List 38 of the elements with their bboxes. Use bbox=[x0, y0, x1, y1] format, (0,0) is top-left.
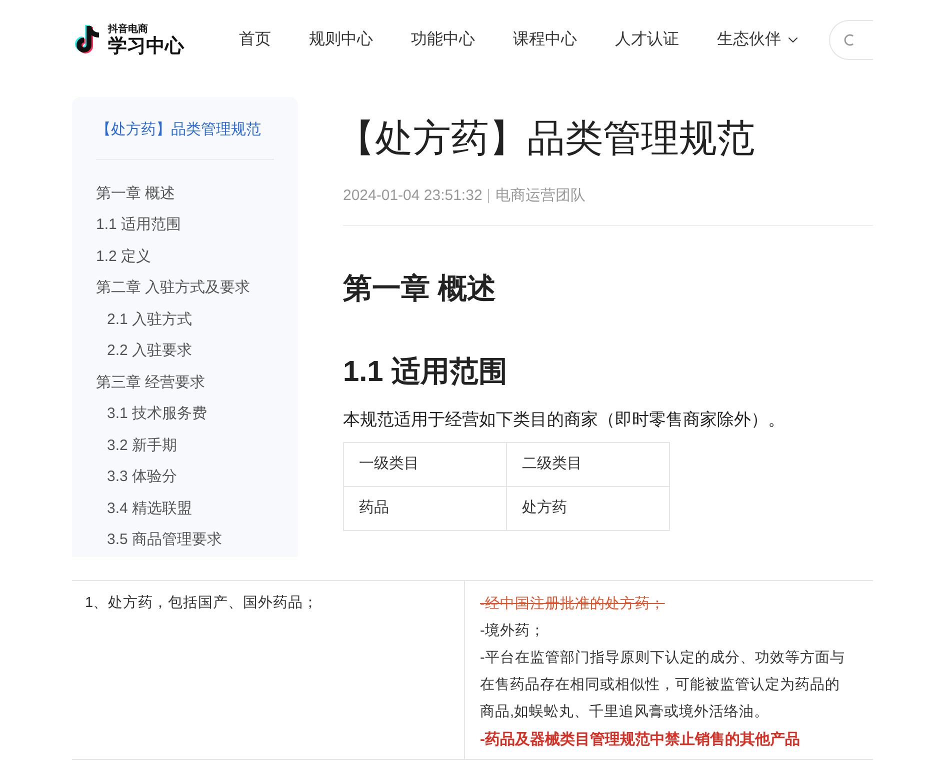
cell-text: -药品及器械类目管理规范中禁止销售的其他产品 bbox=[480, 730, 801, 750]
toc-title[interactable]: 【处方药】品类管理规范 bbox=[72, 119, 298, 158]
table-cell: 药品 bbox=[344, 486, 506, 530]
chapter-heading: 第一章 概述 bbox=[343, 272, 498, 306]
nav-link[interactable]: 生态伙伴 bbox=[717, 28, 801, 52]
table-cell: 1、处方药，包括国产、国外药品； bbox=[72, 581, 465, 759]
table-cell: 处方药 bbox=[506, 486, 670, 530]
toc-item[interactable]: 1.2 定义 bbox=[72, 240, 298, 272]
cell-text: -境外药； bbox=[480, 622, 546, 641]
toc-item[interactable]: 第三章 经营要求 bbox=[72, 366, 298, 398]
toc-item[interactable]: 第一章 概述 bbox=[72, 178, 298, 209]
nav-link[interactable]: 首页 bbox=[239, 28, 271, 52]
toc-item[interactable]: 3.1 技术服务费 bbox=[72, 398, 298, 430]
nav-link[interactable]: 功能中心 bbox=[411, 28, 475, 52]
nav-link[interactable]: 人才认证 bbox=[615, 28, 679, 52]
article-date: 2024-01-04 23:51:32 bbox=[343, 186, 482, 206]
table-header: 二级类目 bbox=[506, 442, 670, 486]
toc-item[interactable]: 1.1 适用范围 bbox=[72, 209, 298, 240]
toc-item[interactable]: 3.3 体验分 bbox=[72, 461, 298, 492]
toc-item[interactable]: 3.5 商品管理要求 bbox=[72, 524, 298, 556]
cell-text: -经中国注册批准的处方药； bbox=[480, 594, 666, 614]
nav-link[interactable]: 课程中心 bbox=[513, 28, 577, 52]
article-title: 【处方药】品类管理规范 bbox=[337, 117, 756, 162]
cell-text: -平台在监管部门指导原则下认定的成分、功效等方面与在售药品存在相同或相似性，可能被监管认定为药品的商品,如蜈蚣丸、千里追风膏或境外活络油。 bbox=[480, 648, 846, 722]
section-heading: 1.1 适用范围 bbox=[343, 355, 508, 390]
table-header: 一级类目 bbox=[344, 442, 506, 486]
toc-item[interactable]: 2.2 入驻要求 bbox=[72, 335, 298, 366]
toc-item[interactable]: 3.2 新手期 bbox=[72, 430, 298, 461]
toc-item[interactable]: 3.4 精选联盟 bbox=[72, 492, 298, 524]
paragraph: 本规范适用于经营如下类目的商家（即时零售商家除外）。 bbox=[343, 408, 786, 430]
search-button[interactable] bbox=[829, 20, 873, 60]
logo-title: 学习中心 bbox=[108, 36, 184, 56]
toc-item[interactable]: 第二章 入驻方式及要求 bbox=[72, 272, 298, 304]
nav-link[interactable]: 规则中心 bbox=[309, 28, 373, 52]
logo-icon bbox=[72, 24, 102, 56]
logo-subtitle: 抖音电商 bbox=[108, 24, 149, 34]
toc-item[interactable]: 2.1 入驻方式 bbox=[72, 304, 298, 335]
article-author: 电商运营团队 bbox=[495, 186, 586, 206]
